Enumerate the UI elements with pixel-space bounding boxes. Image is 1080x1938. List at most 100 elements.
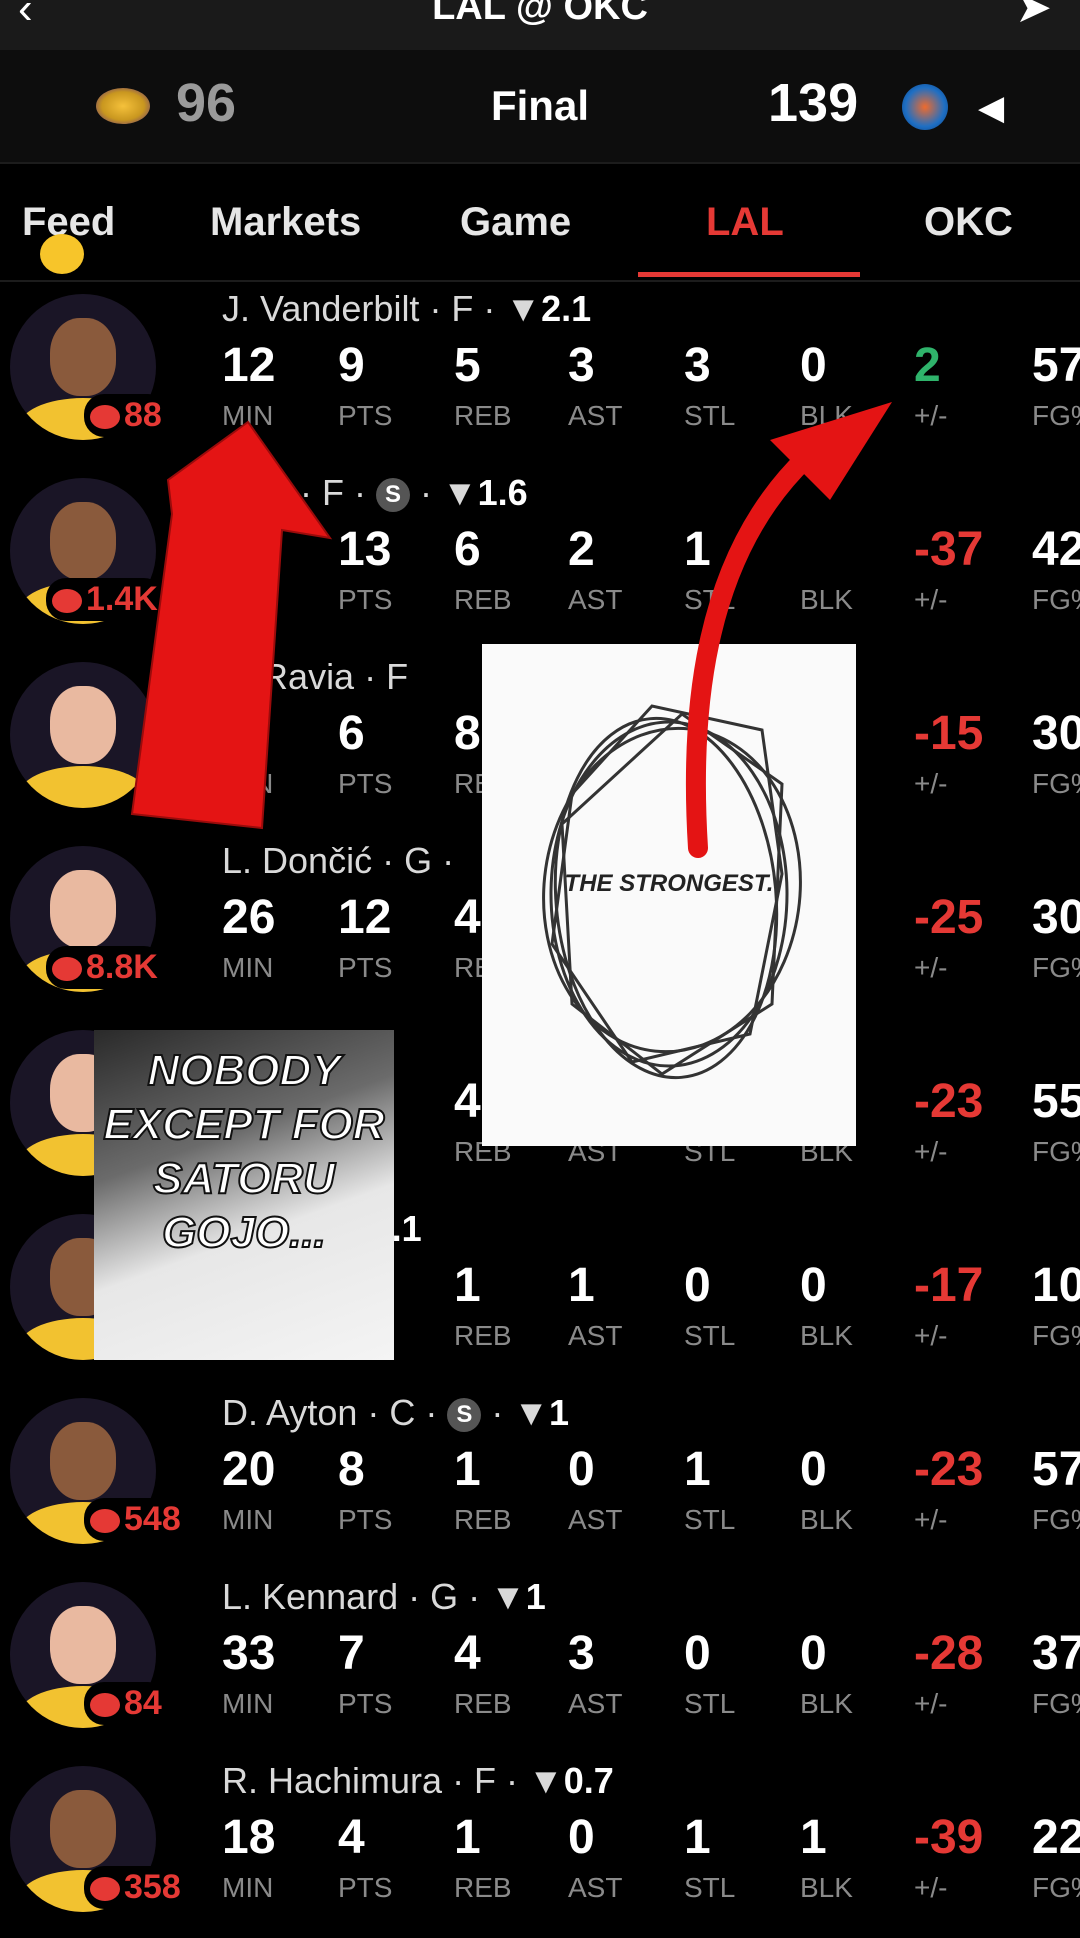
stat-label-fg-pct: FG% [1032,400,1080,431]
manga-text: NOBODY EXCEPT FOR SATORU GOJO... [102,1045,385,1258]
stat-stl: 3 [684,339,711,392]
comment-count-badge[interactable]: 1.4K [46,578,164,621]
player-name-line[interactable]: J. Vanderbilt · F · ▼2.1 [222,288,591,330]
stat-stl: 1 [684,1811,711,1864]
comment-count-badge[interactable]: 8.8K [46,946,164,989]
stat-label-blk: BLK [800,1688,853,1719]
stat-label-fg-pct: FG% [1032,1320,1080,1351]
player-name: mes [222,472,291,513]
player-avatar[interactable] [10,662,156,808]
stat-reb: 4 [454,891,481,944]
player-row[interactable]: 1.4K mes · F · S · ▼1.6 MIN 13 PTS 6 REB 2 AST 1 S… [0,466,1080,650]
tab-markets[interactable]: Markets [210,200,361,245]
stat-label-min: MIN [222,1872,274,1903]
stat-label-min: MIN [222,1688,274,1719]
stat-label-stl: STL [684,1688,736,1719]
player-position: · F [354,656,409,697]
player-name-line[interactable]: LaRavia · F [222,656,408,698]
player-row[interactable]: 84 L. Kennard · G · ▼1 33 MIN 7 PTS 4 REB 3 AST 0 S… [0,1570,1080,1754]
stat-label-min: MIN [222,584,274,615]
starter-badge: S [376,478,410,513]
stat-blk: 0 [800,1443,827,1496]
chat-bubble-icon [90,405,120,430]
stat-stl: 0 [684,1259,711,1312]
stat-label-ast: AST [568,1872,623,1903]
share-icon[interactable]: ➤ [1015,0,1052,33]
stat-label-pts: PTS [338,1688,393,1719]
player-name-line[interactable]: mes · F · S · ▼1.6 [222,472,528,514]
player-position: · F · [442,1760,529,1801]
stat-blk: 0 [800,1259,827,1312]
player-name: D. Ayton [222,1392,358,1433]
stat-label-fg-pct: FG% [1032,952,1080,983]
player-position: · G · [398,1576,491,1617]
thunder-logo-icon [902,84,948,130]
stat-reb: 1 [454,1443,481,1496]
stat-reb: 4 [454,1075,481,1128]
stat-label-plus-minus: +/- [914,1688,948,1719]
stat-label-stl: STL [684,400,736,431]
comment-count-badge[interactable]: 88 [84,394,168,437]
stat-label-pts: PTS [338,1504,393,1535]
stat-label-plus-minus: +/- [914,952,948,983]
stat-label-plus-minus: +/- [914,584,948,615]
player-name-line[interactable]: R. Hachimura · F · ▼0.7 [222,1760,614,1802]
player-rating: 2.1 [541,288,592,329]
stat-label-ast: AST [568,1688,623,1719]
stat-fg-pct: 30 [1032,707,1080,760]
rating-icon: ▼ [513,1392,550,1433]
player-name-line[interactable]: L. Kennard · G · ▼1 [222,1576,546,1618]
stat-label-reb: REB [454,1688,512,1719]
stat-ast: 1 [568,1259,595,1312]
stat-min: 26 [222,891,276,944]
player-rating: 1.6 [477,472,528,513]
player-position: · C · [357,1392,448,1433]
comment-count-badge[interactable]: 84 [84,1682,168,1725]
tab-bar: Feed Markets Game LAL OKC [0,164,1080,282]
plus-minus-value: -15 [914,707,984,760]
player-row[interactable]: 358 R. Hachimura · F · ▼0.7 18 MIN 4 PTS 1 REB 0… [0,1754,1080,1938]
stat-label-ast: AST [568,1320,623,1351]
stat-label-reb: REB [454,1872,512,1903]
player-name-line[interactable]: D. Ayton · C · S · ▼1 [222,1392,569,1434]
stat-label-plus-minus: +/- [914,1504,948,1535]
stat-label-stl: STL [684,1320,736,1351]
stat-label-reb: REB [454,584,512,615]
player-name-line[interactable]: L. Dončić · G · [222,840,454,882]
player-name: J. Vanderbilt [222,288,420,329]
chat-bubble-icon [90,1509,120,1534]
tab-okc[interactable]: OKC [924,200,1013,245]
stat-pts: 6 [338,707,365,760]
player-row[interactable]: 548 D. Ayton · C · S · ▼1 20 MIN 8 PTS 1 REB 0 AS… [0,1386,1080,1570]
plus-minus-value: -28 [914,1627,984,1680]
plus-minus-value: -23 [914,1075,984,1128]
stat-min: 12 [222,339,276,392]
stat-pts: 7 [338,1627,365,1680]
stat-ast: 0 [568,1443,595,1496]
laughing-emoji-icon [40,234,84,274]
stat-label-blk: BLK [800,400,853,431]
stat-fg-pct: 37 [1032,1627,1080,1680]
top-bar: ‹ LAL @ OKC ➤ [0,0,1080,50]
stat-label-blk: BLK [800,1504,853,1535]
plus-minus-value: -17 [914,1259,984,1312]
stat-min: 33 [222,1627,276,1680]
stat-label-pts: PTS [338,584,393,615]
tab-lal[interactable]: LAL [706,200,784,245]
stat-label-ast: AST [568,584,623,615]
stat-label-plus-minus: +/- [914,1872,948,1903]
stat-ast: 3 [568,339,595,392]
stat-ast: 2 [568,523,595,576]
comment-count-badge[interactable]: 358 [84,1866,187,1909]
stat-label-reb: REB [454,400,512,431]
player-row[interactable]: 88 J. Vanderbilt · F · ▼2.1 12 MIN 9 PTS 5 REB 3… [0,282,1080,466]
comment-count-badge[interactable]: 548 [84,1498,187,1541]
stat-label-pts: PTS [338,768,393,799]
stat-fg-pct: 42 [1032,523,1080,576]
stat-label-blk: BLK [800,1872,853,1903]
active-tab-indicator [638,272,860,277]
stat-fg-pct: 10 [1032,1259,1080,1312]
tab-game[interactable]: Game [460,200,571,245]
player-position: · G · [372,840,455,881]
player-position: · F · [419,288,506,329]
